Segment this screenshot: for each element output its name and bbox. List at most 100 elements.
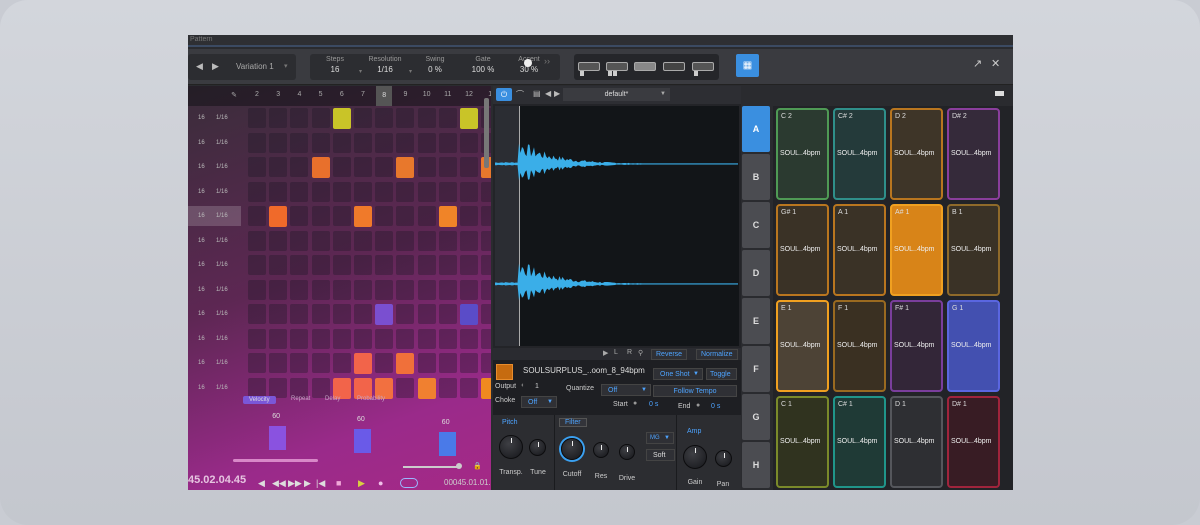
drum-pad[interactable]: D# 1 SOUL..4bpm [947, 396, 1000, 488]
toggle-button[interactable]: Toggle [706, 368, 737, 380]
step-cell[interactable] [311, 108, 330, 128]
accent-dot-button[interactable] [524, 59, 532, 67]
step-cell[interactable] [460, 132, 478, 153]
step-column-7[interactable]: 7 [355, 91, 371, 98]
step-cell[interactable] [396, 108, 415, 128]
step-cell[interactable] [248, 132, 266, 153]
active-step[interactable] [396, 353, 415, 374]
step-cell[interactable] [269, 328, 288, 349]
active-step[interactable] [460, 108, 478, 129]
step-cell[interactable] [311, 304, 330, 324]
step-cell[interactable] [417, 304, 436, 324]
filter-type-dropdown[interactable]: MG ▼ [646, 432, 674, 444]
step-cell[interactable] [290, 328, 309, 349]
step-cell[interactable] [417, 230, 436, 251]
step-cell[interactable] [248, 206, 266, 226]
lane-tab-delay[interactable]: Delay [325, 396, 340, 402]
step-cell[interactable] [332, 328, 351, 349]
step-cell[interactable] [269, 157, 288, 177]
normalize-button[interactable]: Normalize [696, 349, 738, 360]
step-cell[interactable] [375, 206, 394, 226]
drum-pad[interactable]: F 1 SOUL..4bpm [833, 300, 886, 392]
step-cell[interactable] [332, 206, 351, 226]
step-cell[interactable] [269, 353, 288, 373]
active-step[interactable] [481, 377, 491, 399]
prev-icon[interactable]: ◀ [258, 478, 265, 489]
step-cell[interactable] [332, 279, 351, 300]
step-cell[interactable] [354, 108, 372, 128]
drum-pad[interactable]: C# 2 SOUL..4bpm [833, 108, 886, 200]
step-cell[interactable] [396, 377, 415, 398]
envelope-icon[interactable]: ⌒ [516, 89, 524, 100]
pencil-icon[interactable]: ✎ [226, 91, 242, 99]
variation-name[interactable]: Variation 1 [236, 62, 274, 71]
step-cell[interactable] [269, 108, 288, 128]
choke-dropdown[interactable]: Off ▼ [521, 396, 557, 408]
power-icon[interactable]: ⏻ [496, 88, 512, 101]
row-header[interactable]: 16 1/16 [188, 329, 241, 349]
step-cell[interactable] [396, 279, 415, 300]
row-header[interactable]: 16 1/16 [188, 182, 241, 202]
step-cell[interactable] [248, 230, 266, 251]
step-cell[interactable] [269, 132, 288, 153]
start-knob[interactable]: ● [633, 400, 637, 407]
right-channel-button[interactable]: R [627, 349, 632, 356]
step-cell[interactable] [248, 255, 266, 275]
step-cell[interactable] [354, 328, 372, 349]
step-cell[interactable] [396, 328, 415, 349]
lane-tab-repeat[interactable]: Repeat [291, 396, 310, 402]
step-cell[interactable] [375, 181, 394, 202]
step-cell[interactable] [375, 255, 394, 275]
active-step[interactable] [311, 157, 330, 178]
step-column-6[interactable]: 6 [334, 91, 350, 98]
step-cell[interactable] [354, 255, 372, 275]
step-cell[interactable] [332, 132, 351, 153]
step-cell[interactable] [438, 304, 457, 324]
step-cell[interactable] [460, 328, 478, 349]
horizontal-scrollbar[interactable] [233, 459, 318, 462]
reverse-button[interactable]: Reverse [651, 349, 688, 360]
step-cell[interactable] [438, 279, 457, 300]
bank-button-b[interactable]: B [742, 154, 770, 200]
drum-pad[interactable]: B 1 SOUL..4bpm [947, 204, 1000, 296]
sample-color-swatch[interactable] [496, 364, 513, 380]
step-cell[interactable] [417, 279, 436, 300]
row-header[interactable]: 16 1/16 [188, 280, 241, 300]
step-cell[interactable] [311, 255, 330, 275]
step-cell[interactable] [396, 206, 415, 226]
step-cell[interactable] [481, 353, 491, 373]
preset-file-icon[interactable]: ▤ [533, 89, 541, 98]
mode-button-3[interactable] [634, 62, 656, 71]
mode-button-2[interactable] [606, 62, 628, 76]
row-header[interactable]: 16 1/16 [188, 353, 241, 373]
bank-button-g[interactable]: G [742, 394, 770, 440]
step-cell[interactable] [332, 255, 351, 275]
step-column-8[interactable]: 8 [376, 86, 393, 106]
step-cell[interactable] [375, 230, 394, 251]
active-step[interactable] [332, 108, 351, 129]
active-step[interactable] [396, 157, 415, 178]
bank-button-f[interactable]: F [742, 346, 770, 392]
step-cell[interactable] [375, 108, 394, 128]
step-cell[interactable] [248, 279, 266, 300]
step-cell[interactable] [417, 353, 436, 373]
cutoff-knob[interactable] [561, 438, 583, 460]
step-cell[interactable] [311, 353, 330, 373]
close-icon[interactable]: ✕ [991, 57, 1000, 70]
step-cell[interactable] [481, 279, 491, 300]
step-cell[interactable] [375, 353, 394, 373]
active-step[interactable] [417, 377, 436, 399]
resolution-param[interactable]: Resolution 1/16 ▾ [360, 56, 412, 75]
mode-button-1[interactable] [578, 62, 600, 76]
step-cell[interactable] [311, 377, 330, 398]
step-cell[interactable] [290, 108, 309, 128]
step-cell[interactable] [417, 132, 436, 153]
forward-icon[interactable]: ›› [544, 56, 550, 66]
step-cell[interactable] [396, 230, 415, 251]
step-cell[interactable] [460, 377, 478, 398]
step-cell[interactable] [290, 255, 309, 275]
output-toggle[interactable]: ◐ [521, 382, 525, 389]
stop-icon[interactable]: ■ [336, 478, 341, 488]
step-column-10[interactable]: 10 [419, 91, 435, 98]
step-cell[interactable] [332, 353, 351, 373]
